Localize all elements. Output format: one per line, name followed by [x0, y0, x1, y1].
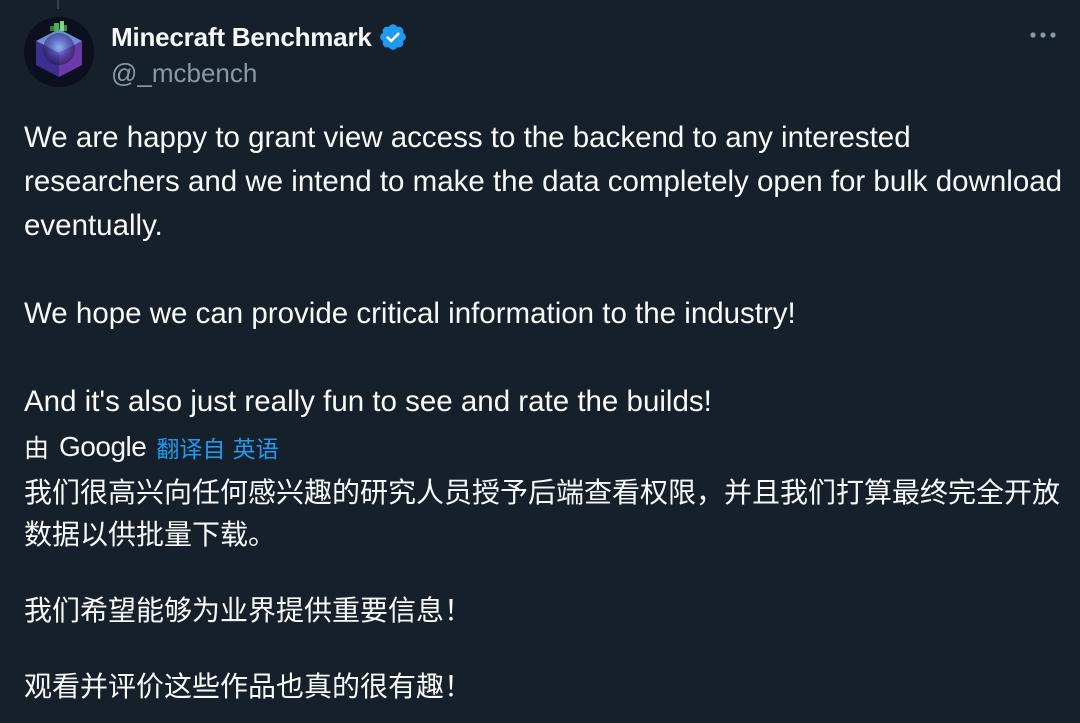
translated-text-paragraph: 观看并评价这些作品也真的很有趣！: [24, 670, 473, 703]
avatar[interactable]: [24, 17, 94, 87]
google-logo: Google: [59, 431, 147, 462]
more-options-button[interactable]: [1026, 20, 1060, 50]
translation-by-label: 由: [24, 434, 50, 463]
translated-from-link[interactable]: 翻译自 英语: [156, 430, 278, 464]
translated-text-paragraph: 我们希望能够为业界提供重要信息！: [24, 594, 473, 627]
verified-badge-icon[interactable]: [378, 22, 408, 52]
tweet-header: Minecraft Benchmark @_mcbench: [111, 20, 408, 90]
thread-connector-line: [57, 0, 59, 9]
more-horizontal-icon: [1030, 32, 1056, 38]
author-handle[interactable]: @_mcbench: [111, 56, 408, 90]
tweet-text-paragraph: We are happy to grant view access to the…: [24, 121, 1063, 242]
translated-text: 我们很高兴向任何感兴趣的研究人员授予后端查看权限，并且我们打算最终完全开放数据以…: [24, 472, 1064, 708]
tweet-text-paragraph: And it's also just really fun to see and…: [24, 385, 712, 418]
tweet-text-paragraph: We hope we can provide critical informat…: [24, 297, 796, 330]
author-name-row: Minecraft Benchmark: [111, 20, 408, 54]
minecraft-block-avatar-icon: [24, 17, 94, 87]
translated-text-paragraph: 我们很高兴向任何感兴趣的研究人员授予后端查看权限，并且我们打算最终完全开放数据以…: [24, 476, 1061, 551]
tweet-text: We are happy to grant view access to the…: [24, 116, 1064, 424]
author-display-name[interactable]: Minecraft Benchmark: [111, 22, 372, 53]
translation-attribution: 由 Google 翻译自 英语: [24, 428, 279, 466]
